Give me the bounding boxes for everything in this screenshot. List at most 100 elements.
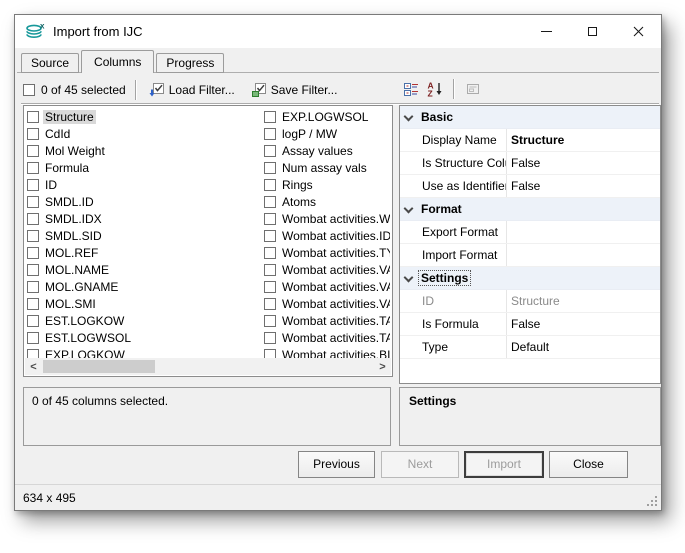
column-checkbox[interactable] (264, 196, 276, 208)
previous-button[interactable]: Previous (298, 451, 375, 478)
tab-columns[interactable]: Columns (81, 50, 154, 73)
load-filter-button[interactable]: Load Filter... (146, 80, 238, 100)
column-checkbox[interactable] (27, 111, 39, 123)
property-row[interactable]: Is Structure ColumnFalse (400, 152, 660, 175)
property-row[interactable]: Import Format (400, 244, 660, 267)
property-value[interactable]: False (507, 179, 660, 193)
column-item[interactable]: Atoms (264, 193, 390, 210)
column-checkbox[interactable] (264, 264, 276, 276)
property-row[interactable]: Export Format (400, 221, 660, 244)
column-checkbox[interactable] (27, 179, 39, 191)
collapse-chevron-icon[interactable] (404, 111, 414, 121)
column-checkbox[interactable] (27, 332, 39, 344)
column-item[interactable]: ID (27, 176, 261, 193)
column-item[interactable]: SMDL.SID (27, 227, 261, 244)
maximize-button[interactable] (569, 15, 615, 48)
save-filter-button[interactable]: Save Filter... (248, 80, 341, 100)
scrollbar-thumb[interactable] (43, 360, 155, 373)
column-label: Atoms (280, 195, 318, 209)
property-row[interactable]: Is FormulaFalse (400, 313, 660, 336)
column-item[interactable]: Mol Weight (27, 142, 261, 159)
column-checkbox[interactable] (264, 179, 276, 191)
column-checkbox[interactable] (27, 230, 39, 242)
property-row[interactable]: IDStructure (400, 290, 660, 313)
property-category[interactable]: Basic (400, 106, 660, 129)
column-item[interactable]: MOL.GNAME (27, 278, 261, 295)
property-row[interactable]: Use as IdentifierFalse (400, 175, 660, 198)
collapse-chevron-icon[interactable] (404, 203, 414, 213)
alphabetical-sort-button[interactable]: A Z (423, 77, 447, 101)
tab-progress[interactable]: Progress (156, 53, 224, 73)
select-all-checkbox[interactable] (23, 84, 35, 96)
column-checkbox[interactable] (27, 213, 39, 225)
scrollbar-track[interactable] (42, 358, 374, 375)
column-item[interactable]: EXP.LOGWSOL (264, 108, 390, 125)
property-row[interactable]: Display NameStructure (400, 129, 660, 152)
column-label: Formula (43, 161, 91, 175)
column-item[interactable]: Wombat activities.ID (264, 227, 390, 244)
column-item[interactable]: logP / MW (264, 125, 390, 142)
column-item[interactable]: CdId (27, 125, 261, 142)
column-label: Wombat activities.ID (280, 229, 390, 243)
column-checkbox[interactable] (264, 332, 276, 344)
column-checkbox[interactable] (27, 162, 39, 174)
property-value[interactable]: False (507, 156, 660, 170)
column-label: ID (43, 178, 59, 192)
column-checkbox[interactable] (27, 264, 39, 276)
column-checkbox[interactable] (264, 315, 276, 327)
collapse-chevron-icon[interactable] (404, 272, 414, 282)
column-checkbox[interactable] (264, 230, 276, 242)
column-item[interactable]: EST.LOGWSOL (27, 329, 261, 346)
column-checkbox[interactable] (27, 298, 39, 310)
column-checkbox[interactable] (264, 145, 276, 157)
column-item[interactable]: Rings (264, 176, 390, 193)
column-item[interactable]: Wombat activities.TARG (264, 312, 390, 329)
column-item[interactable]: SMDL.ID (27, 193, 261, 210)
minimize-button[interactable] (523, 15, 569, 48)
property-value[interactable]: Structure (507, 133, 660, 147)
column-checkbox[interactable] (264, 298, 276, 310)
column-checkbox[interactable] (264, 281, 276, 293)
column-item[interactable]: Wombat activities.TYPE (264, 244, 390, 261)
column-item[interactable]: Wombat activities.WOM (264, 210, 390, 227)
column-checkbox[interactable] (264, 111, 276, 123)
categorized-view-button[interactable] (399, 77, 423, 101)
tab-source[interactable]: Source (21, 53, 79, 73)
column-checkbox[interactable] (27, 281, 39, 293)
column-item[interactable]: MOL.REF (27, 244, 261, 261)
property-value[interactable]: Default (507, 340, 660, 354)
column-checkbox[interactable] (264, 247, 276, 259)
column-item[interactable]: MOL.SMI (27, 295, 261, 312)
column-item[interactable]: Wombat activities.VALUE (264, 295, 390, 312)
column-item[interactable]: Num assay vals (264, 159, 390, 176)
column-checkbox[interactable] (264, 213, 276, 225)
column-checkbox[interactable] (264, 162, 276, 174)
column-checkbox[interactable] (27, 315, 39, 327)
column-item[interactable]: Wombat activities.TARG (264, 329, 390, 346)
column-item[interactable]: Wombat activities.VALUE (264, 278, 390, 295)
column-checkbox[interactable] (27, 128, 39, 140)
column-item[interactable]: Structure (27, 108, 261, 125)
column-item[interactable]: Assay values (264, 142, 390, 159)
close-window-button[interactable] (615, 15, 661, 48)
resize-grip-icon[interactable] (647, 496, 657, 506)
property-value[interactable]: False (507, 317, 660, 331)
column-item[interactable]: SMDL.IDX (27, 210, 261, 227)
column-checkbox[interactable] (27, 145, 39, 157)
column-checkbox[interactable] (27, 247, 39, 259)
horizontal-scrollbar[interactable]: < > (25, 358, 391, 375)
column-checkbox[interactable] (27, 196, 39, 208)
dialog-size-label: 634 x 495 (23, 491, 76, 505)
close-button[interactable]: Close (549, 451, 628, 478)
column-item[interactable]: MOL.NAME (27, 261, 261, 278)
property-category[interactable]: Settings (400, 267, 660, 290)
property-row[interactable]: TypeDefault (400, 336, 660, 359)
column-checkbox[interactable] (264, 128, 276, 140)
column-item[interactable]: Wombat activities.VALUE (264, 261, 390, 278)
property-value[interactable]: Structure (507, 294, 660, 308)
column-item[interactable]: Formula (27, 159, 261, 176)
property-category[interactable]: Format (400, 198, 660, 221)
scroll-right-icon[interactable]: > (374, 358, 391, 375)
column-item[interactable]: EST.LOGKOW (27, 312, 261, 329)
scroll-left-icon[interactable]: < (25, 358, 42, 375)
